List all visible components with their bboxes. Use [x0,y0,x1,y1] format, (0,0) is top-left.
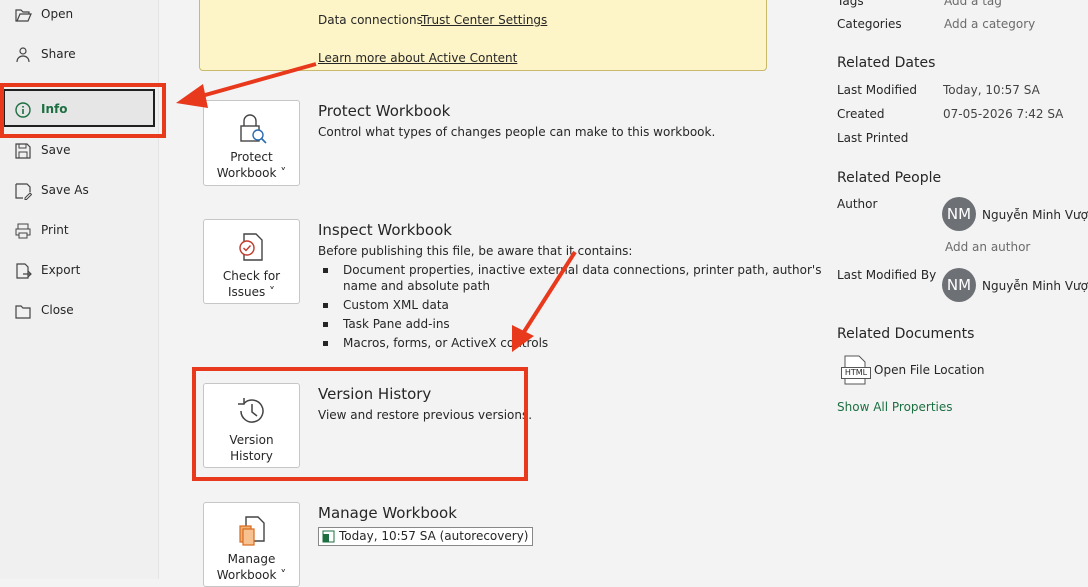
version-history-button[interactable]: Version History [203,383,300,468]
created-value: 07-05-2026 7:42 SA [943,107,1064,121]
history-clock-icon [237,398,264,423]
html-file-icon: HTML [841,355,871,385]
nav-open[interactable]: Open [0,0,158,31]
backstage-sidebar: Open Share Info Save Save As Print Expor… [0,0,159,579]
related-documents-heading: Related Documents [837,326,975,342]
protect-workbook-title: Protect Workbook [318,102,451,120]
info-icon [15,102,31,118]
tags-label: Tags [837,0,864,8]
last-modified-by-name[interactable]: Nguyễn Minh Vượng [982,279,1088,293]
last-modified-value: Today, 10:57 SA [943,83,1040,97]
nav-save-as-label: Save As [41,183,89,197]
last-modified-by-avatar[interactable]: NM [942,268,976,302]
autorecovery-text: Today, 10:57 SA (autorecovery) [339,529,529,543]
save-icon [15,143,31,159]
related-dates-heading: Related Dates [837,55,936,71]
lock-icon [239,114,267,144]
show-all-properties-link[interactable]: Show All Properties [837,400,953,414]
folder-open-icon [15,9,32,22]
autorecovery-item[interactable]: Today, 10:57 SA (autorecovery) [318,527,534,546]
print-icon [15,223,31,239]
inspect-workbook-title: Inspect Workbook [318,221,452,239]
inspect-document-icon [238,233,263,261]
html-icon-label: HTML [841,367,871,379]
tags-value[interactable]: Add a tag [944,0,1002,8]
inspect-bullet: Document properties, inactive external d… [322,263,822,277]
check-issues-line1: Check for [222,269,281,283]
excel-file-icon [322,530,335,543]
version-history-line2: History [230,449,273,463]
add-author-link[interactable]: Add an author [945,240,1030,254]
nav-save-as[interactable]: Save As [0,173,158,207]
export-icon [16,263,32,279]
last-modified-by-label: Last Modified By [837,268,937,282]
inspect-bullet: Macros, forms, or ActiveX controls [322,336,549,350]
nav-print-label: Print [41,223,69,237]
annotation-arrows [176,62,577,352]
nav-save-label: Save [41,143,71,157]
inspect-bullet: Custom XML data [323,298,449,312]
protect-button-line1: Protect [230,150,273,164]
protect-workbook-button[interactable]: Protect Workbook ˅ [203,100,300,186]
nav-info[interactable]: Info [0,92,158,126]
learn-more-link[interactable]: Learn more about Active Content [318,51,517,65]
author-name[interactable]: Nguyễn Minh Vượng [982,208,1088,222]
last-printed-label: Last Printed [837,131,909,145]
nav-share[interactable]: Share [0,37,158,71]
check-issues-line2: Issues ˅ [227,285,276,299]
nav-close-label: Close [41,303,74,317]
inspect-workbook-desc: Before publishing this file, be aware th… [318,244,633,258]
save-as-icon [15,183,32,200]
share-icon [16,47,30,63]
categories-value[interactable]: Add a category [944,17,1035,31]
protect-workbook-desc: Control what types of changes people can… [318,125,716,139]
nav-save[interactable]: Save [0,133,158,167]
nav-share-label: Share [41,47,76,61]
manage-workbook-icon [238,516,265,546]
version-history-line1: Version [229,433,274,447]
categories-label: Categories [837,17,902,31]
check-for-issues-button[interactable]: Check for Issues ˅ [203,219,300,304]
nav-info-label: Info [41,102,68,116]
data-connections-label: Data connections [318,13,423,27]
inspect-bullet-continuation: name and absolute path [343,279,490,293]
open-file-location-link[interactable]: Open File Location [874,363,985,377]
trust-center-link[interactable]: Trust Center Settings [421,13,547,27]
manage-workbook-line1: Manage [227,552,276,566]
author-avatar[interactable]: NM [942,197,976,231]
nav-print[interactable]: Print [0,213,158,247]
last-modified-label: Last Modified [837,83,918,97]
nav-close[interactable]: Close [0,293,158,327]
author-label: Author [837,197,878,211]
nav-open-label: Open [41,7,74,21]
related-people-heading: Related People [837,170,942,186]
nav-export-label: Export [41,263,81,277]
nav-export[interactable]: Export [0,253,158,287]
manage-workbook-line2: Workbook ˅ [216,568,287,582]
version-history-title: Version History [318,385,432,403]
protect-button-line2: Workbook ˅ [216,166,287,180]
created-label: Created [837,107,885,121]
close-folder-icon [15,305,31,319]
inspect-bullet: Task Pane add-ins [323,317,450,331]
manage-workbook-title: Manage Workbook [318,504,457,522]
manage-workbook-button[interactable]: Manage Workbook ˅ [203,502,300,587]
version-history-desc: View and restore previous versions. [318,408,533,422]
